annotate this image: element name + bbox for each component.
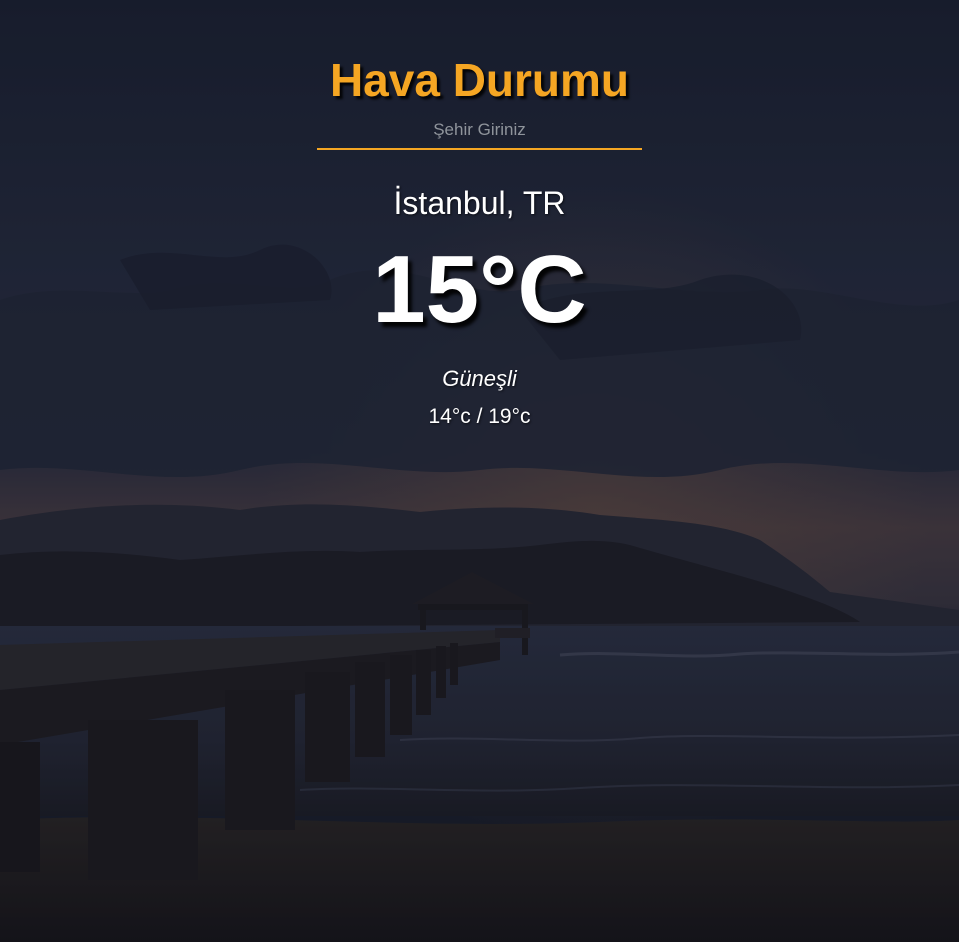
weather-description: Güneşli xyxy=(442,366,517,391)
temperature-range: 14°c / 19°c xyxy=(428,405,531,428)
app-title: Hava Durumu xyxy=(329,54,630,106)
location-label: İstanbul, TR xyxy=(393,185,566,221)
city-search-input[interactable] xyxy=(317,112,642,150)
temperature-value: 15°C xyxy=(372,236,587,343)
